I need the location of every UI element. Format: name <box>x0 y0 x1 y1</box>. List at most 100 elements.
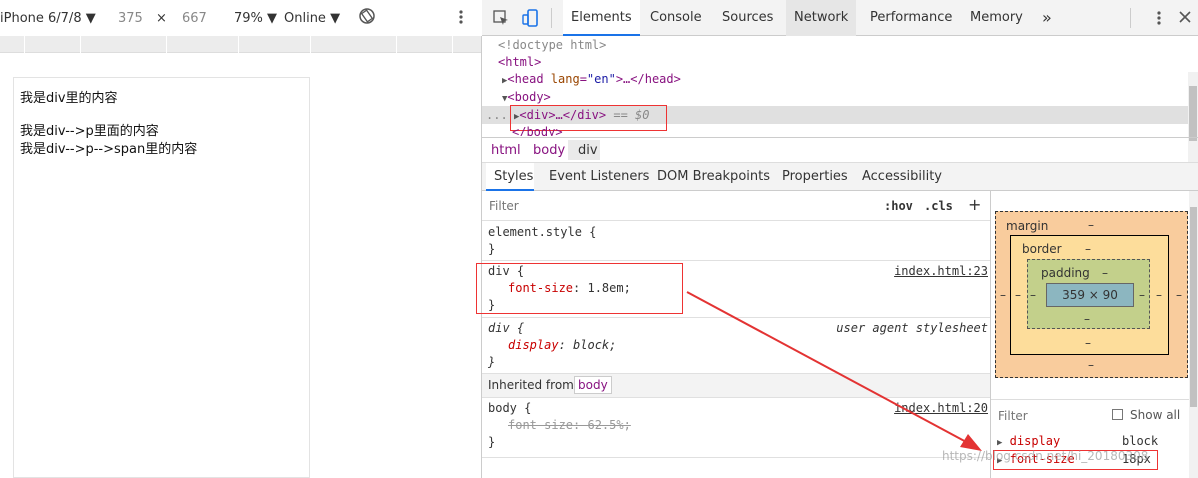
close-icon[interactable] <box>1178 8 1192 29</box>
breadcrumb-body[interactable]: body <box>533 143 565 158</box>
subtab-event-listeners[interactable]: Event Listeners <box>549 169 649 184</box>
show-all-label: Show all <box>1130 408 1181 422</box>
device-toolbar: iPhone 6/7/8 ▼ 375 × 667 79% ▼ Online ▼ <box>0 0 482 36</box>
media-query-ruler[interactable] <box>0 36 481 53</box>
border-bottom-value: – <box>1085 336 1091 350</box>
inherited-from-link[interactable]: body <box>574 376 612 394</box>
inspect-element-icon[interactable] <box>492 9 510 30</box>
body-tag: <body> <box>507 90 551 104</box>
ua-rule-source: user agent stylesheet <box>836 321 988 335</box>
width-input[interactable]: 375 <box>118 11 143 26</box>
content-box[interactable]: 359 × 90 <box>1046 283 1134 307</box>
zoom-value: 79% <box>234 11 263 26</box>
margin-top-value: – <box>1088 218 1094 232</box>
tab-console[interactable]: Console <box>642 0 710 36</box>
body-rule-source-link[interactable]: index.html:20 <box>894 401 988 415</box>
div-text: 我是div里的内容 <box>20 91 118 106</box>
head-tag: <head <box>507 72 544 86</box>
element-style-rule[interactable]: element.style { } <box>482 221 990 261</box>
margin-label: margin <box>1006 219 1049 233</box>
devtools-menu-icon[interactable] <box>1154 9 1164 30</box>
styles-filter-input[interactable] <box>486 195 874 217</box>
breadcrumb-html[interactable]: html <box>491 143 521 158</box>
div-rule-source-link[interactable]: index.html:23 <box>894 264 988 278</box>
device-viewport: 我是div里的内容 我是div-->p里面的内容 我是div-->p-->spa… <box>13 77 310 478</box>
ua-rule-close: } <box>488 355 496 369</box>
ua-rule-value: block; <box>573 338 617 352</box>
computed-filter-input[interactable] <box>995 406 1105 426</box>
new-rule-button[interactable]: + <box>968 195 981 214</box>
tab-network[interactable]: Network <box>786 0 857 36</box>
computed-filter-bar: Show all <box>991 399 1198 429</box>
times-sign: × <box>156 11 167 26</box>
element-style-close: } <box>488 242 496 256</box>
devtools-panel: Elements Console Sources Network Perform… <box>476 0 1198 478</box>
breadcrumb: html body div <box>482 137 1198 163</box>
border-right-value: – <box>1156 288 1162 302</box>
padding-left-value: – <box>1030 288 1036 302</box>
element-style-selector: element.style { <box>488 225 597 239</box>
margin-right-value: – <box>1176 288 1182 302</box>
styles-pane: :hov .cls + element.style { } div { font… <box>476 191 990 478</box>
border-left-value: – <box>1015 288 1021 302</box>
head-attr: lang <box>550 72 580 86</box>
watermark: https://blog.csdn.net/hi_20180308 <box>942 449 1149 463</box>
device-name: iPhone 6/7/8 <box>0 11 82 26</box>
padding-right-value: – <box>1139 288 1145 302</box>
head-attr-value: "en" <box>586 72 616 86</box>
computed-scrollbar[interactable] <box>1189 191 1198 478</box>
body-rule-prop[interactable]: font-size <box>508 418 573 432</box>
computed-prop-value: block <box>1122 434 1159 448</box>
subtab-accessibility[interactable]: Accessibility <box>862 169 942 184</box>
body-rule[interactable]: body { font-size: 62.5%; } index.html:20 <box>482 398 990 458</box>
body-rule-selector: body { <box>488 401 532 415</box>
height-input[interactable]: 667 <box>182 11 207 26</box>
styles-filter-bar: :hov .cls + <box>482 191 990 221</box>
ua-rule-selector: div { <box>488 321 525 335</box>
device-toggle-icon[interactable] <box>522 9 540 30</box>
annotation-box-rule <box>476 263 683 314</box>
inherited-header: Inherited from body <box>482 374 990 398</box>
device-select[interactable]: iPhone 6/7/8 ▼ <box>0 11 96 26</box>
tab-elements[interactable]: Elements <box>563 0 640 36</box>
breadcrumb-div[interactable]: div <box>578 143 598 158</box>
more-vertical-icon[interactable] <box>456 8 466 30</box>
device-pane: iPhone 6/7/8 ▼ 375 × 667 79% ▼ Online ▼ … <box>0 0 482 478</box>
more-tabs-icon[interactable]: » <box>1034 0 1060 36</box>
show-all-checkbox[interactable] <box>1112 409 1123 420</box>
subtab-properties[interactable]: Properties <box>782 169 848 184</box>
subtab-styles[interactable]: Styles <box>494 169 533 184</box>
tab-performance[interactable]: Performance <box>862 0 960 36</box>
head-rest: >…</head> <box>615 72 681 86</box>
body-rule-value[interactable]: 62.5%; <box>587 418 630 432</box>
body-rule-close: } <box>488 435 496 449</box>
cls-button[interactable]: .cls <box>924 199 953 213</box>
subtab-dom-breakpoints[interactable]: DOM Breakpoints <box>657 169 770 184</box>
body-close-node[interactable]: </body> <box>512 124 563 136</box>
tab-sources[interactable]: Sources <box>714 0 781 36</box>
doctype-node[interactable]: <!doctype html> <box>498 37 606 54</box>
border-top-value: – <box>1085 242 1091 256</box>
head-node[interactable]: ▶<head lang="en">…</head> <box>502 71 681 88</box>
network-select[interactable]: Online ▼ <box>284 11 340 26</box>
user-agent-rule: div { display: block; } user agent style… <box>482 318 990 374</box>
network-value: Online <box>284 11 326 26</box>
html-node[interactable]: <html> <box>498 54 541 71</box>
hov-button[interactable]: :hov <box>884 199 913 213</box>
inherited-label: Inherited from <box>488 378 574 392</box>
padding-top-value: – <box>1102 266 1108 280</box>
rotate-icon[interactable] <box>358 7 376 29</box>
span-text: 我是div-->p-->span里的内容 <box>20 142 198 157</box>
node-actions-icon[interactable]: ... <box>486 107 508 124</box>
styles-subtabs: Styles Event Listeners DOM Breakpoints P… <box>482 163 1198 191</box>
padding-bottom-value: – <box>1084 312 1090 326</box>
ua-rule-prop: display <box>508 338 559 352</box>
zoom-select[interactable]: 79% ▼ <box>234 11 277 26</box>
margin-bottom-value: – <box>1088 358 1094 372</box>
p-text: 我是div-->p里面的内容 <box>20 124 159 139</box>
computed-prop-name: display <box>1009 434 1061 448</box>
tab-memory[interactable]: Memory <box>962 0 1031 36</box>
devtools-tab-bar: Elements Console Sources Network Perform… <box>482 0 1198 36</box>
border-label: border <box>1022 242 1062 256</box>
body-node[interactable]: ▼<body> <box>502 89 551 106</box>
